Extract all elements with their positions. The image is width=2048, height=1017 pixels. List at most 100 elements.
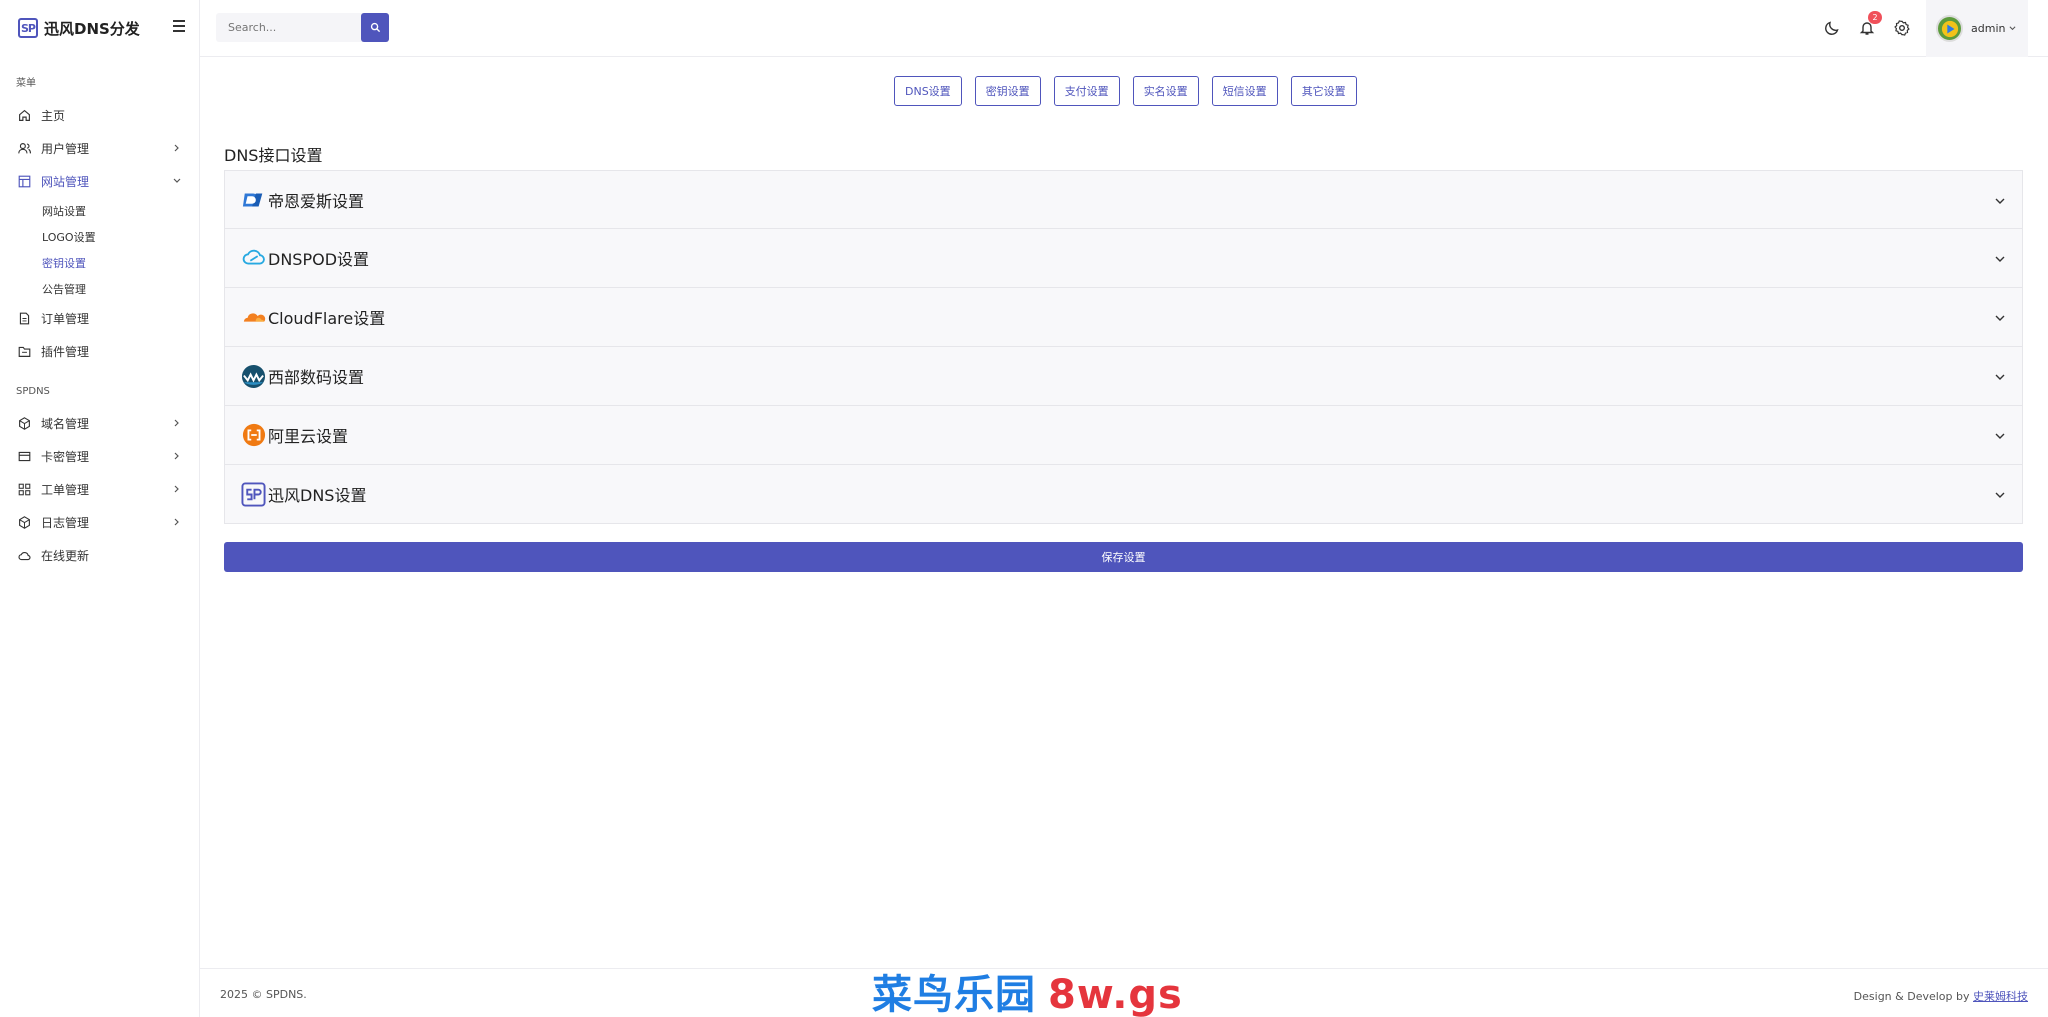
settings-tabs: DNS设置 密钥设置 支付设置 实名设置 短信设置 其它设置 [894, 76, 1370, 106]
user-name: admin [1971, 22, 2006, 35]
accordion-item-spdns[interactable]: 迅风DNS设置 [224, 465, 2023, 524]
tab-realname-settings[interactable]: 实名设置 [1132, 76, 1199, 106]
chevron-down-icon [1995, 492, 2005, 498]
sidebar-item-site[interactable]: 网站管理 [0, 165, 199, 198]
chevron-down-icon [1995, 433, 2005, 439]
sidebar-item-domains[interactable]: 域名管理 [0, 407, 199, 440]
sidebar-item-label: 插件管理 [41, 345, 90, 359]
watermark-text: 菜鸟乐园 [872, 972, 1036, 1017]
sidebar-subitem-logo-settings[interactable]: LOGO设置 [0, 224, 199, 250]
chevron-down-icon [2009, 26, 2016, 31]
avatar [1936, 15, 1963, 42]
sidebar-item-label: 在线更新 [41, 549, 90, 563]
chevron-down-icon [1995, 374, 2005, 380]
main-content: DNS设置 密钥设置 支付设置 实名设置 短信设置 其它设置 DNS接口设置 帝… [200, 57, 2048, 968]
sidebar-item-label: 日志管理 [41, 516, 90, 530]
sidebar-item-orders[interactable]: 订单管理 [0, 302, 199, 335]
footer: 2025 © SPDNS. 菜鸟乐园 8w.gs Design & Develop… [200, 968, 2048, 1017]
tab-sms-settings[interactable]: 短信设置 [1211, 76, 1278, 106]
chevron-down-icon [1995, 315, 2005, 321]
dark-mode-toggle[interactable] [1823, 19, 1841, 37]
sidebar-item-label: 订单管理 [41, 312, 90, 326]
aliyun-icon [241, 423, 266, 448]
credit-link[interactable]: 史莱姆科技 [1973, 990, 2028, 1003]
search-input[interactable] [216, 13, 359, 42]
chevron-down-icon [1995, 256, 2005, 262]
top-header: 2 admin [200, 0, 2048, 57]
globe-icon [18, 417, 31, 430]
accordion-label: 阿里云设置 [268, 427, 349, 446]
credit-card-icon [18, 450, 31, 463]
spdns-icon [241, 481, 266, 507]
dns-provider-accordion: 帝恩爱斯设置 DNSPOD设置 CloudFlare设置 西部数码设置 阿里云设… [224, 170, 2023, 524]
accordion-item-aliyun[interactable]: 阿里云设置 [224, 406, 2023, 465]
dns-la-icon [241, 187, 266, 212]
sidebar-item-label: 用户管理 [41, 142, 90, 156]
sidebar-item-label: 卡密管理 [41, 450, 90, 464]
chevron-right-icon [174, 419, 179, 427]
sidebar-subitem-site-settings[interactable]: 网站设置 [0, 198, 199, 224]
grid-icon [18, 483, 31, 496]
notification-badge: 2 [1868, 11, 1882, 24]
sidebar-item-cards[interactable]: 卡密管理 [0, 440, 199, 473]
accordion-item-dnsla[interactable]: 帝恩爱斯设置 [224, 170, 2023, 229]
accordion-item-cloudflare[interactable]: CloudFlare设置 [224, 288, 2023, 347]
user-menu[interactable]: admin [1926, 0, 2028, 57]
sidebar-item-tickets[interactable]: 工单管理 [0, 473, 199, 506]
sidebar-item-label: 主页 [41, 109, 66, 123]
tab-other-settings[interactable]: 其它设置 [1290, 76, 1357, 106]
copyright-text: 2025 © SPDNS. [220, 988, 307, 1001]
cloudflare-icon [241, 305, 266, 330]
credit-prefix: Design & Develop by [1853, 990, 1973, 1003]
credit-text: Design & Develop by 史莱姆科技 [1854, 988, 2028, 1004]
layout-icon [18, 175, 31, 188]
chevron-right-icon [174, 452, 179, 460]
hamburger-menu-icon[interactable] [173, 20, 185, 32]
sidebar-item-label: 工单管理 [41, 483, 90, 497]
west-digital-icon [241, 364, 266, 389]
notifications-button[interactable]: 2 [1858, 11, 1882, 37]
folder-icon [18, 345, 31, 358]
gear-icon [1894, 20, 1910, 36]
chevron-right-icon [174, 144, 179, 152]
chevron-right-icon [174, 485, 179, 493]
sidebar-item-users[interactable]: 用户管理 [0, 132, 199, 165]
search-icon [370, 22, 380, 33]
save-settings-button[interactable]: 保存设置 [224, 542, 2023, 572]
search-button[interactable] [361, 13, 389, 42]
brand-title: 迅风DNS分发 [44, 19, 140, 38]
section-title: DNS接口设置 [224, 146, 323, 165]
sidebar-subitem-announcements[interactable]: 公告管理 [0, 276, 199, 302]
tab-dns-settings[interactable]: DNS设置 [894, 76, 962, 106]
box-icon [18, 516, 31, 529]
sidebar-item-logs[interactable]: 日志管理 [0, 506, 199, 539]
accordion-label: 迅风DNS设置 [268, 486, 367, 505]
sidebar-item-label: 网站管理 [41, 175, 90, 189]
dnspod-icon [241, 246, 266, 271]
brand-logo: SP [18, 18, 38, 38]
sidebar-item-label: 域名管理 [41, 417, 90, 431]
moon-icon [1825, 21, 1839, 35]
brand[interactable]: SP 迅风DNS分发 [0, 0, 199, 56]
accordion-item-dnspod[interactable]: DNSPOD设置 [224, 229, 2023, 288]
chevron-down-icon [173, 178, 181, 183]
play-icon [1941, 20, 1958, 37]
sidebar-item-plugins[interactable]: 插件管理 [0, 335, 199, 368]
tab-key-settings[interactable]: 密钥设置 [974, 76, 1041, 106]
accordion-item-west-digital[interactable]: 西部数码设置 [224, 347, 2023, 406]
settings-button[interactable] [1893, 19, 1911, 37]
sidebar-item-home[interactable]: 主页 [0, 99, 199, 132]
watermark-domain: 8w.gs [1048, 972, 1183, 1017]
watermark: 菜鸟乐园 8w.gs [872, 962, 1183, 1017]
tab-payment-settings[interactable]: 支付设置 [1053, 76, 1120, 106]
sidebar-subitem-key-settings[interactable]: 密钥设置 [0, 250, 199, 276]
sidebar: SP 迅风DNS分发 菜单 主页 用户管理 网站管理 网站设置 LOGO设置 密… [0, 0, 200, 1017]
document-icon [18, 312, 31, 325]
accordion-label: CloudFlare设置 [268, 309, 386, 328]
sidebar-item-update[interactable]: 在线更新 [0, 539, 199, 572]
search-box [216, 13, 389, 42]
menu-section-title: SPDNS [16, 386, 50, 397]
chevron-down-icon [1995, 198, 2005, 204]
accordion-label: 西部数码设置 [268, 368, 365, 387]
menu-section-title: 菜单 [16, 78, 36, 89]
